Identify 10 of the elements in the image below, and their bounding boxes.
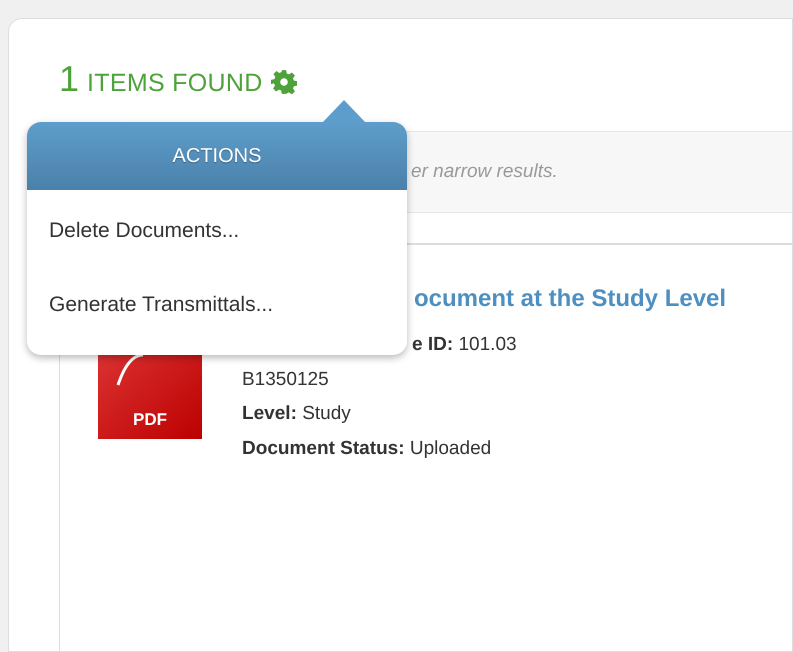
settings-icon[interactable] (270, 68, 297, 95)
document-field: Document Status: Uploaded (242, 434, 726, 463)
popover-title: ACTIONS (27, 122, 407, 190)
result-count: 1 (59, 61, 80, 97)
menu-item[interactable]: Delete Documents... (27, 194, 407, 268)
filter-hint: er narrow results. (411, 160, 558, 184)
document-field: Level: Study (242, 400, 726, 428)
document-field: B1350125 (242, 366, 726, 394)
popover-arrow (322, 100, 366, 123)
results-label: ITEMS FOUND (87, 68, 263, 99)
